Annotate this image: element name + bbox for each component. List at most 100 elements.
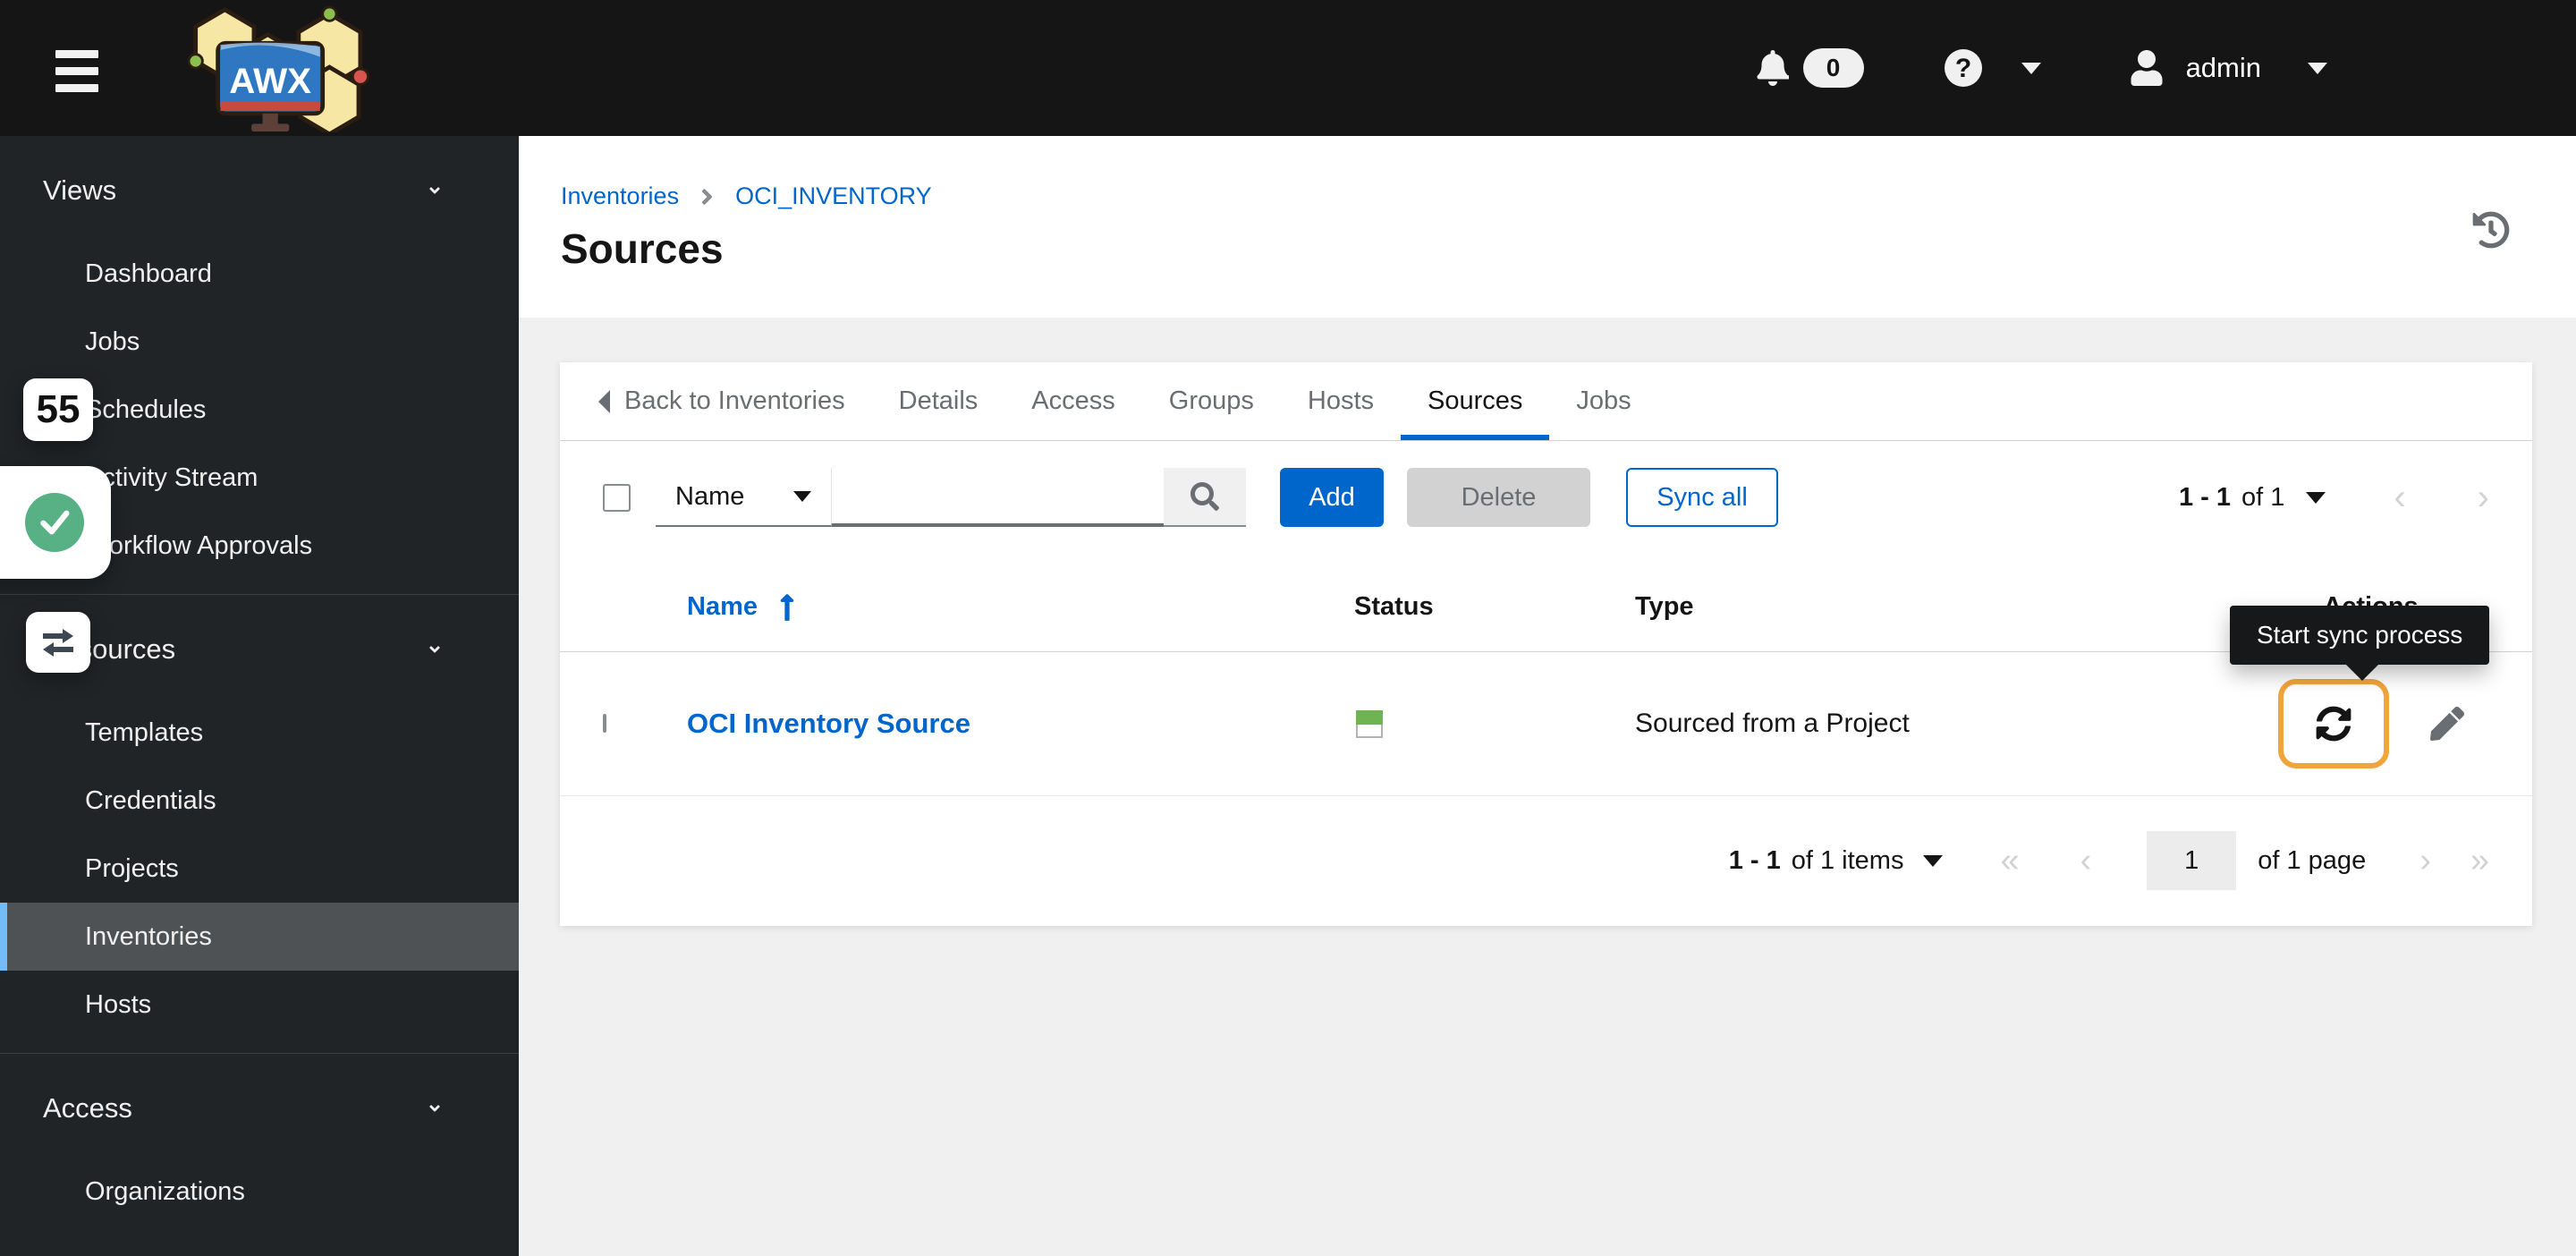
tab-hosts[interactable]: Hosts bbox=[1281, 362, 1401, 440]
last-page-button[interactable]: » bbox=[2470, 844, 2489, 878]
sidebar-item-templates[interactable]: Templates bbox=[0, 699, 519, 767]
next-page-button[interactable]: › bbox=[2419, 844, 2431, 878]
previous-page-button[interactable]: ‹ bbox=[2394, 479, 2405, 515]
column-header-status: Status bbox=[1354, 592, 1635, 622]
source-name-link[interactable]: OCI Inventory Source bbox=[687, 708, 970, 739]
row-checkbox[interactable] bbox=[603, 714, 606, 733]
chevron-down-icon bbox=[422, 182, 447, 199]
tab-back-to-inventories[interactable]: Back to Inventories bbox=[598, 362, 872, 440]
sidebar-item-label: Workflow Approvals bbox=[85, 531, 312, 561]
search-input[interactable] bbox=[831, 468, 1164, 527]
page-number-input[interactable] bbox=[2147, 831, 2236, 890]
sidebar-item-label: Credentials bbox=[85, 786, 216, 816]
tab-label: Hosts bbox=[1308, 386, 1374, 416]
topbar: AWX 0 ? admin bbox=[0, 0, 2576, 136]
status-success-block bbox=[1356, 710, 1383, 725]
sync-icon bbox=[2316, 706, 2351, 742]
tab-label: Groups bbox=[1169, 386, 1254, 416]
overlay-count-value: 55 bbox=[37, 387, 80, 432]
hamburger-menu-icon[interactable] bbox=[55, 50, 98, 92]
start-sync-button[interactable] bbox=[2278, 679, 2389, 768]
tab-sources[interactable]: Sources bbox=[1401, 362, 1549, 440]
breadcrumb: Inventories OCI_INVENTORY bbox=[561, 182, 2576, 210]
sidebar-item-dashboard[interactable]: Dashboard bbox=[0, 240, 519, 308]
search-button[interactable] bbox=[1164, 468, 1246, 527]
history-button[interactable] bbox=[2472, 211, 2510, 251]
previous-page-button[interactable]: ‹ bbox=[2080, 844, 2092, 878]
pencil-icon bbox=[2430, 707, 2464, 741]
sidebar-item-jobs[interactable]: Jobs bbox=[0, 308, 519, 376]
chevron-down-icon bbox=[422, 1100, 447, 1116]
pagination-range-total: of 1 bbox=[2241, 483, 2284, 513]
sidebar-group-access: Access Organizations bbox=[0, 1054, 519, 1240]
sidebar-item-projects[interactable]: Projects bbox=[0, 835, 519, 903]
tab-access[interactable]: Access bbox=[1004, 362, 1141, 440]
caret-left-icon bbox=[598, 390, 610, 413]
tab-jobs[interactable]: Jobs bbox=[1549, 362, 1657, 440]
row-actions bbox=[2245, 679, 2532, 768]
page-header: Inventories OCI_INVENTORY Sources bbox=[519, 136, 2576, 318]
tab-label: Back to Inventories bbox=[624, 386, 845, 416]
sidebar-item-hosts[interactable]: Hosts bbox=[0, 971, 519, 1039]
add-button[interactable]: Add bbox=[1280, 468, 1384, 527]
sidebar-item-label: Hosts bbox=[85, 990, 151, 1020]
sidebar-item-label: Activity Stream bbox=[85, 463, 258, 493]
help-icon: ? bbox=[1943, 47, 1984, 89]
pagination-range-total: of 1 items bbox=[1792, 846, 1904, 876]
notifications-button[interactable]: 0 bbox=[1757, 48, 1864, 88]
sidebar-group-label: Views bbox=[43, 174, 116, 207]
status-success-sparkline[interactable] bbox=[1356, 710, 1383, 738]
notification-count-badge: 0 bbox=[1803, 48, 1864, 88]
filter-type-value: Name bbox=[675, 482, 744, 512]
sidebar-item-inventories[interactable]: Inventories bbox=[0, 903, 519, 971]
next-page-button[interactable]: › bbox=[2478, 479, 2489, 515]
caret-down-icon bbox=[793, 491, 811, 502]
bell-icon bbox=[1757, 50, 1789, 86]
tooltip-text: Start sync process bbox=[2257, 621, 2462, 649]
tab-details[interactable]: Details bbox=[872, 362, 1005, 440]
sidebar-item-organizations[interactable]: Organizations bbox=[0, 1158, 519, 1226]
swap-arrows-icon bbox=[39, 626, 77, 658]
bottom-pagination: 1 - 1 of 1 items « ‹ of 1 page › » bbox=[560, 796, 2532, 925]
column-header-type: Type bbox=[1635, 592, 2245, 622]
svg-text:?: ? bbox=[1954, 54, 1970, 83]
sidebar-group-access-toggle[interactable]: Access bbox=[0, 1077, 519, 1140]
select-all-checkbox[interactable] bbox=[603, 484, 631, 512]
chevron-down-icon bbox=[2021, 63, 2041, 74]
overlay-count-badge: 55 bbox=[23, 378, 93, 441]
caret-down-icon[interactable] bbox=[2306, 492, 2326, 504]
topbar-actions: 0 ? admin bbox=[1757, 0, 2327, 136]
edit-source-button[interactable] bbox=[2430, 707, 2464, 741]
awx-logo[interactable]: AWX bbox=[166, 5, 381, 132]
breadcrumb-link-oci-inventory[interactable]: OCI_INVENTORY bbox=[735, 182, 932, 210]
user-menu-button[interactable]: admin bbox=[2131, 50, 2327, 86]
caret-down-icon[interactable] bbox=[1923, 855, 1943, 867]
chevron-down-icon bbox=[2308, 63, 2327, 74]
help-menu-button[interactable]: ? bbox=[1943, 47, 2041, 89]
table-row: OCI Inventory Source Sourced from a Proj… bbox=[560, 652, 2532, 796]
page-title: Sources bbox=[561, 225, 2576, 273]
sidebar-group-label: Access bbox=[43, 1092, 132, 1124]
sidebar-item-label: Inventories bbox=[85, 922, 212, 952]
sync-all-button[interactable]: Sync all bbox=[1626, 468, 1778, 527]
sidebar-item-credentials[interactable]: Credentials bbox=[0, 767, 519, 835]
sidebar-item-label: Organizations bbox=[85, 1177, 245, 1207]
status-empty-block bbox=[1356, 725, 1383, 738]
tab-label: Access bbox=[1031, 386, 1114, 416]
breadcrumb-link-inventories[interactable]: Inventories bbox=[561, 182, 679, 210]
sidebar-item-label: Schedules bbox=[85, 395, 206, 425]
pagination-range: 1 - 1 bbox=[2179, 483, 2231, 513]
tab-label: Details bbox=[899, 386, 979, 416]
tab-label: Jobs bbox=[1576, 386, 1631, 416]
sidebar-item-label: Jobs bbox=[85, 327, 140, 357]
sidebar-group-views-toggle[interactable]: Views bbox=[0, 159, 519, 222]
angle-right-icon bbox=[700, 184, 714, 209]
sidebar-item-label: Projects bbox=[85, 854, 179, 884]
chevron-down-icon bbox=[422, 641, 447, 658]
filter-type-select[interactable]: Name bbox=[656, 468, 831, 527]
tab-groups[interactable]: Groups bbox=[1142, 362, 1281, 440]
delete-button[interactable]: Delete bbox=[1407, 468, 1590, 527]
first-page-button[interactable]: « bbox=[2000, 844, 2019, 878]
column-header-label: Name bbox=[687, 592, 758, 622]
column-header-name[interactable]: Name bbox=[687, 592, 1354, 623]
